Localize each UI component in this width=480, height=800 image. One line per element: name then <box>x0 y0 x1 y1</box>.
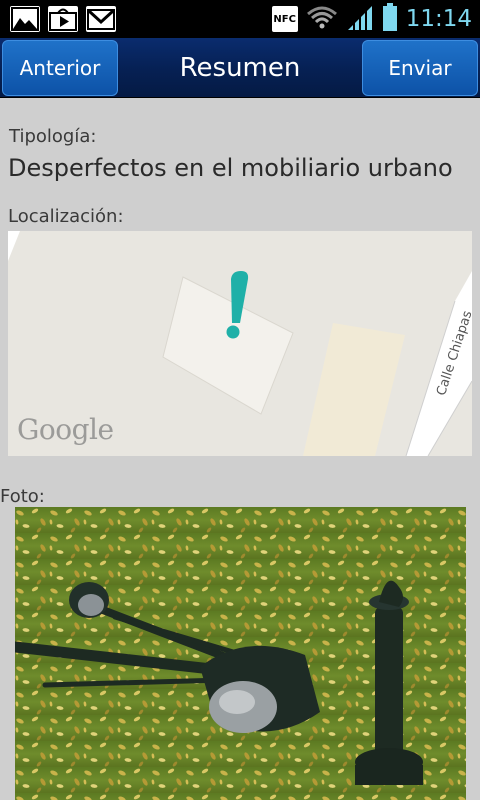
notification-icons <box>10 6 116 32</box>
attached-photo <box>15 507 466 800</box>
signal-icon <box>346 4 374 34</box>
title-bar: Anterior Resumen Enviar <box>0 38 480 98</box>
system-icons: NFC 11:14 <box>271 3 472 35</box>
location-label: Localización: <box>8 206 124 227</box>
gmail-icon <box>86 6 116 32</box>
location-map[interactable]: Google <box>8 231 472 456</box>
wifi-icon <box>306 4 338 34</box>
nfc-icon: NFC <box>271 6 298 32</box>
page-title: Resumen <box>179 53 301 83</box>
status-bar: NFC 11:14 <box>0 0 480 38</box>
type-label: Tipología: <box>9 126 97 147</box>
gallery-icon <box>10 6 40 32</box>
back-button[interactable]: Anterior <box>2 40 118 96</box>
map-provider-logo: Google <box>17 413 114 446</box>
battery-icon <box>382 3 398 35</box>
send-button[interactable]: Enviar <box>362 40 478 96</box>
type-value: Desperfectos en el mobiliario urbano <box>8 154 453 182</box>
photo-label: Foto: <box>0 486 45 507</box>
clock: 11:14 <box>405 6 472 32</box>
play-store-icon <box>48 6 78 32</box>
